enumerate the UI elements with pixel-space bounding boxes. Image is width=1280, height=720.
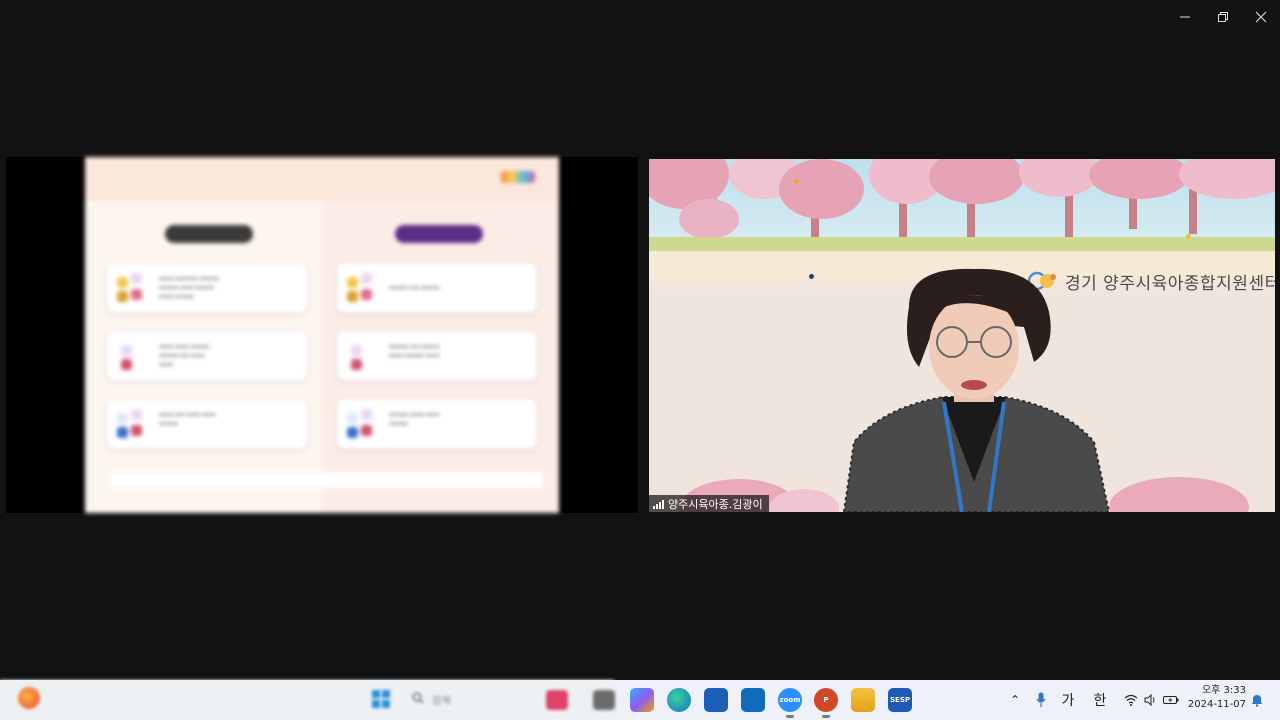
taskbar-app-outlook[interactable] [741, 688, 765, 712]
search-input[interactable]: 검색 [432, 692, 450, 707]
tree-trunk [1189, 189, 1197, 234]
taskbar-app-zoom[interactable]: zoom [778, 688, 802, 718]
microphone-icon [1036, 692, 1046, 707]
taskbar-clock[interactable]: 오후 3:33 2024-11-07 [1186, 684, 1246, 712]
pin [1186, 234, 1191, 239]
restore-button[interactable] [1204, 0, 1242, 34]
zoom-icon: zoom [779, 696, 801, 704]
participant-video[interactable]: 경기 양주시육아종합지원센터 양주시육아종.김광이 [649, 159, 1275, 512]
slide-card: ▬▬▬▬ ▬▬ ▬▬▬▬ [337, 263, 537, 313]
wifi-button[interactable] [1122, 690, 1140, 710]
start-button[interactable] [372, 690, 390, 708]
blossom-tree [679, 199, 739, 239]
taskbar-app-store[interactable] [704, 688, 728, 712]
minimize-button[interactable] [1166, 0, 1204, 34]
signal-strength-icon [653, 499, 664, 509]
powerpoint-icon: P [823, 696, 829, 704]
bell-icon [1252, 695, 1262, 707]
speaker-icon [1144, 694, 1154, 706]
taskbar-app-powerpoint[interactable]: P [814, 688, 838, 718]
slide-footer [109, 472, 543, 488]
slide-card: ▬▬▬ ▬▬▬ ▬▬▬▬ ▬▬▬▬ ▬▬ ▬▬▬ ▬▬▬ [107, 331, 307, 381]
chevron-up-icon: ⌃ [1009, 693, 1021, 707]
taskbar-app-icon[interactable] [593, 690, 615, 710]
close-icon [1255, 11, 1267, 23]
taskbar: 검색 zoom P SESP ⌃ 가 한 오후 3:33 2024-11-07 [0, 680, 1280, 720]
minimize-icon [1180, 16, 1190, 18]
blossom-tree [779, 159, 864, 219]
taskbar-app-sesp[interactable]: SESP [888, 688, 912, 712]
battery-charging-icon [1163, 696, 1179, 704]
taskbar-app-icon[interactable] [546, 690, 568, 710]
clock-time: 오후 3:33 [1201, 685, 1246, 696]
microphone-button[interactable] [1032, 690, 1050, 710]
wifi-icon [1124, 694, 1138, 706]
slide-header [85, 157, 559, 201]
weather-icon[interactable] [18, 687, 40, 709]
slide-left-heading [165, 225, 253, 243]
slide-logo [501, 171, 535, 183]
slide-card: ▬▬▬ ▬▬▬▬▬ ▬▬▬▬ ▬▬▬▬ ▬▬▬ ▬▬▬▬ ▬▬▬ ▬▬▬▬ [107, 263, 307, 313]
slide-card: ▬▬▬ ▬▬ ▬▬▬ ▬▬▬ ▬▬▬▬ [107, 399, 307, 449]
slide-card: ▬▬▬▬ ▬▬▬ ▬▬▬ ▬▬▬▬ [337, 399, 537, 449]
ime-language-button[interactable]: 한 [1090, 690, 1110, 710]
window-controls [1166, 0, 1280, 34]
ime-mode-button[interactable]: 가 [1058, 690, 1078, 710]
slide-right-heading [395, 225, 483, 243]
presentation-slide: ▬▬▬ ▬▬▬▬▬ ▬▬▬▬ ▬▬▬▬ ▬▬▬ ▬▬▬▬ ▬▬▬ ▬▬▬▬ ▬▬▬▬… [85, 157, 559, 513]
shared-screen-panel[interactable]: ▬▬▬ ▬▬▬▬▬ ▬▬▬▬ ▬▬▬▬ ▬▬▬ ▬▬▬▬ ▬▬▬ ▬▬▬▬ ▬▬▬▬… [6, 157, 638, 513]
taskbar-app-file-explorer[interactable] [851, 688, 875, 712]
taskbar-app-edge[interactable] [667, 688, 691, 712]
pin [794, 179, 799, 184]
participant-name: 양주시육아종.김광이 [668, 497, 763, 511]
slide-card: ▬▬▬▬ ▬▬ ▬▬▬▬ ▬▬▬ ▬▬▬▬ ▬▬▬ [337, 331, 537, 381]
taskbar-left-blurred: 검색 [0, 680, 615, 720]
taskbar-app-copilot[interactable] [630, 688, 654, 712]
battery-button[interactable] [1162, 690, 1180, 710]
clock-date: 2024-11-07 [1187, 699, 1246, 710]
show-hidden-icons-button[interactable]: ⌃ [1006, 690, 1024, 710]
participant-person [842, 268, 1111, 512]
participant-name-tag: 양주시육아종.김광이 [649, 495, 769, 512]
pin [809, 274, 814, 279]
volume-button[interactable] [1142, 690, 1158, 710]
close-button[interactable] [1242, 0, 1280, 34]
search-icon[interactable] [412, 692, 424, 704]
sesp-icon: SESP [890, 696, 910, 704]
notifications-button[interactable] [1248, 690, 1266, 710]
restore-icon [1218, 12, 1228, 22]
